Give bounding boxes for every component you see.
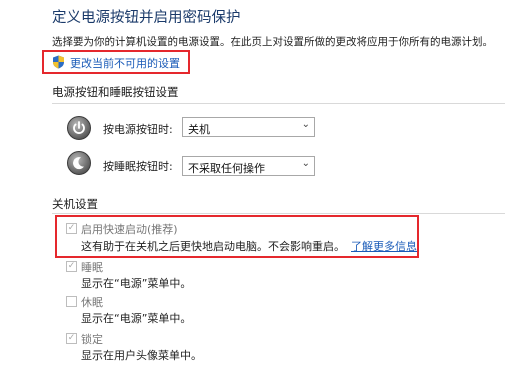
sleep-button-icon (67, 151, 91, 175)
checkmark-icon: ✓ (67, 223, 76, 233)
chevron-down-icon: ⌄ (301, 119, 310, 130)
section-divider (52, 103, 505, 104)
fast-startup-checkbox[interactable]: ✓ (66, 223, 77, 234)
power-button-icon (67, 116, 91, 140)
power-buttons-section-title: 电源按钮和睡眠按钮设置 (52, 85, 179, 99)
chevron-down-icon: ⌄ (301, 158, 310, 169)
lock-description: 显示在用户头像菜单中。 (81, 349, 202, 362)
shutdown-section-title: 关机设置 (52, 197, 98, 211)
sleep-button-select-value: 不采取任何操作 (188, 162, 265, 175)
lock-label: 锁定 (81, 333, 103, 346)
change-settings-label[interactable]: 更改当前不可用的设置 (70, 55, 180, 71)
hibernate-description: 显示在“电源”菜单中。 (81, 312, 192, 325)
page-title: 定义电源按钮并启用密码保护 (52, 10, 241, 26)
section-divider (52, 213, 505, 214)
fast-startup-description: 这有助于在关机之后更快地启动电脑。不会影响重启。 了解更多信息 (81, 238, 417, 254)
sleep-checkbox[interactable]: ✓ (66, 261, 77, 272)
sleep-label: 睡眠 (81, 261, 103, 274)
power-button-label: 按电源按钮时: (103, 123, 173, 136)
learn-more-link[interactable]: 了解更多信息 (351, 240, 417, 253)
power-button-select-value: 关机 (188, 123, 210, 136)
hibernate-checkbox[interactable] (66, 296, 77, 307)
fast-startup-label: 启用快速启动(推荐) (81, 223, 178, 236)
checkmark-icon: ✓ (67, 333, 76, 343)
page-description: 选择要为你的计算机设置的电源设置。在此页上对设置所做的更改将应用于你所有的电源计… (52, 36, 493, 48)
checkmark-icon: ✓ (67, 261, 76, 271)
power-button-select[interactable]: 关机 ⌄ (182, 117, 315, 137)
sleep-button-select[interactable]: 不采取任何操作 ⌄ (182, 156, 315, 176)
lock-checkbox[interactable]: ✓ (66, 333, 77, 344)
fast-startup-desc-text: 这有助于在关机之后更快地启动电脑。不会影响重启。 (81, 240, 345, 253)
hibernate-label: 休眠 (81, 296, 103, 309)
uac-shield-icon (53, 55, 64, 69)
sleep-description: 显示在“电源”菜单中。 (81, 277, 192, 290)
sleep-button-label: 按睡眠按钮时: (103, 160, 173, 173)
